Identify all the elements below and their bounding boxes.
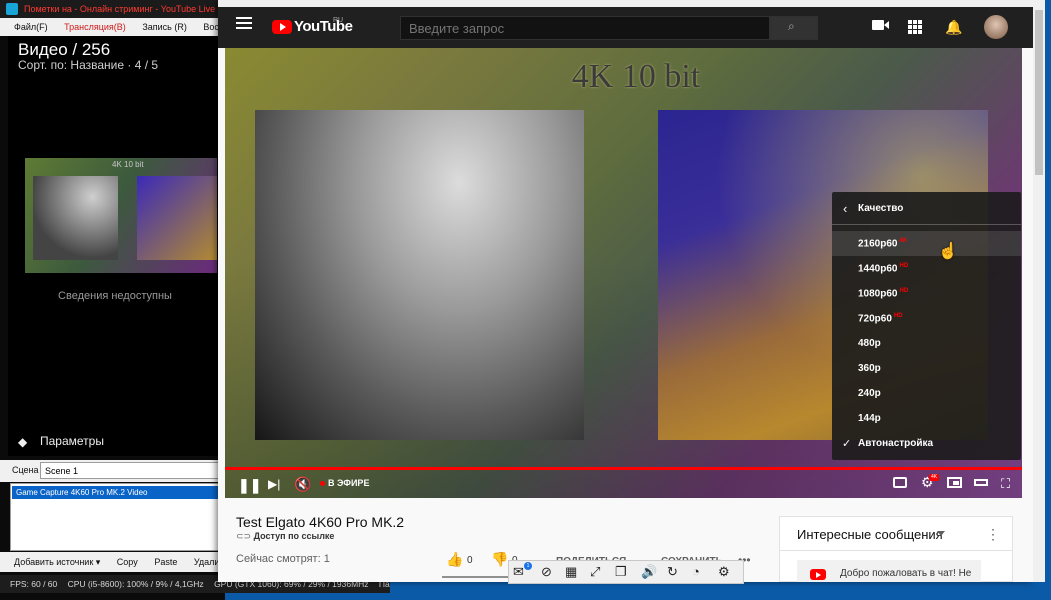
menu-record[interactable]: Запись (R) — [142, 22, 187, 32]
back-chevron-icon[interactable]: ‹ — [843, 201, 847, 216]
quality-option-auto[interactable]: Автонастройка — [858, 438, 933, 449]
thumbs-up-icon[interactable]: 👍 — [446, 551, 463, 568]
paste-button[interactable]: Paste — [154, 557, 177, 567]
live-badge[interactable]: В ЭФИРЕ — [328, 478, 369, 488]
access-text: Доступ по ссылке — [253, 531, 335, 541]
chat-welcome-text: Добро пожаловать в чат! Не — [840, 568, 972, 579]
app-title-bar: Пометки на - Онлайн стриминг - YouTube L… — [0, 0, 225, 18]
quality-option-720p60[interactable]: 720p60 HD — [858, 313, 903, 324]
video-frame-title: 4K 10 bit — [571, 58, 701, 95]
gear-quality-badge: 4K — [929, 474, 939, 481]
fullscreen-icon[interactable]: ⛶ — [1001, 476, 1010, 492]
quality-option-360p[interactable]: 360p — [858, 363, 881, 374]
viewers-count: Сейчас смотрят: 1 — [236, 553, 330, 565]
checkmark-icon: ✓ — [842, 438, 852, 450]
video-page-title: Test Elgato 4K60 Pro MK.2 — [236, 514, 405, 530]
quality-option-1080p60[interactable]: 1080p60 HD — [858, 288, 908, 299]
menu-broadcast[interactable]: Трансляция(В) — [64, 22, 126, 32]
pause-icon[interactable]: ❚❚ — [238, 477, 261, 494]
settings-arrows-icon[interactable]: ◆ — [18, 435, 27, 449]
quality-badge-hd: HD — [899, 288, 909, 294]
like-count: 0 — [467, 555, 473, 566]
status-cpu: CPU (i5-8600): 100% / 9% / 4,1GHz — [67, 579, 204, 589]
envelope-icon[interactable]: ✉ — [513, 564, 524, 580]
apps-grid-icon[interactable] — [908, 20, 922, 34]
search-icon[interactable]: ⌕ — [788, 19, 795, 34]
notifications-bell-icon[interactable]: 🔔 — [945, 19, 962, 36]
scene-label: Сцена — [12, 465, 39, 475]
app-logo-icon — [6, 3, 18, 15]
add-source-button[interactable]: Добавить источник ▾ — [14, 557, 100, 567]
chat-mode-dropdown[interactable]: Интересные сообщения — [797, 527, 943, 542]
quality-badge-hd: HD — [893, 313, 903, 319]
speedometer-icon[interactable]: ◔ — [692, 564, 700, 579]
video-gray-pane — [255, 110, 584, 440]
quality-option-144p[interactable]: 144p — [858, 413, 881, 424]
youtube-small-play-icon — [816, 572, 821, 578]
menu-hamburger-icon[interactable] — [236, 17, 252, 29]
film-icon[interactable]: ▦ — [565, 564, 577, 580]
volume-icon[interactable]: 🔊 — [641, 564, 657, 580]
hand-cursor-icon: ☝ — [938, 243, 958, 260]
source-item-selected[interactable]: Game Capture 4K60 Pro MK.2 Video — [12, 486, 225, 499]
thumbs-down-icon[interactable]: 👎 — [491, 551, 508, 568]
menu-file[interactable]: Файл(F) — [14, 22, 48, 32]
quality-option-240p[interactable]: 240p — [858, 388, 881, 399]
youtube-logo-play-icon — [280, 23, 286, 31]
app-menu-bar: Файл(F) Трансляция(В) Запись (R) Восп — [0, 18, 225, 36]
refresh-icon[interactable]: ↻ — [667, 564, 678, 580]
settings-gears-icon[interactable]: ⚙ — [718, 564, 730, 580]
subtitles-keyboard-icon[interactable] — [893, 477, 907, 488]
progress-bar[interactable] — [225, 467, 1022, 470]
access-badge: ⊂⊃ Доступ по ссылке — [236, 531, 335, 541]
mute-icon[interactable]: 🔇 — [294, 476, 311, 493]
youtube-logo-text[interactable]: YouTube — [294, 18, 353, 35]
theater-mode-icon[interactable] — [974, 479, 988, 486]
notification-badge: 1 — [524, 562, 532, 570]
chat-more-icon[interactable]: ⋮ — [986, 526, 1000, 543]
copy-window-icon[interactable]: ❐ — [615, 564, 627, 580]
no-info-text: Сведения недоступны — [58, 290, 172, 302]
thumbnail-title: 4K 10 bit — [112, 160, 144, 169]
next-icon[interactable]: ▶| — [268, 477, 280, 491]
miniplayer-inner — [953, 481, 959, 485]
dropdown-arrow-icon[interactable] — [937, 531, 945, 536]
expand-icon[interactable]: ⤢ — [590, 564, 600, 580]
create-video-icon[interactable] — [872, 20, 884, 30]
search-input[interactable] — [400, 16, 770, 40]
media-sort-info[interactable]: Сорт. по: Название · 4 / 5 — [18, 58, 158, 72]
chat-divider — [779, 550, 1013, 551]
params-button[interactable]: Параметры — [40, 434, 104, 448]
source-toolbar: Добавить источник ▾ Copy Paste Удалить Г — [0, 552, 225, 572]
thumbnail-left-pane — [33, 176, 118, 260]
quality-option-480p[interactable]: 480p — [858, 338, 881, 349]
quality-menu-title[interactable]: Качество — [858, 203, 903, 214]
quality-badge-4k: 4K — [899, 238, 908, 244]
live-dot-icon — [320, 481, 325, 486]
media-heading: Видео / 256 — [18, 40, 111, 59]
thumbnail-right-pane — [137, 176, 217, 260]
quality-badge-hd: HD — [899, 263, 909, 269]
scene-input[interactable] — [40, 462, 225, 479]
copy-button[interactable]: Copy — [117, 557, 138, 567]
avatar[interactable] — [984, 15, 1008, 39]
create-video-icon-lens — [884, 21, 889, 29]
status-fps: FPS: 60 / 60 — [10, 579, 58, 589]
quality-option-1440p60[interactable]: 1440p60 HD — [858, 263, 908, 274]
quality-option-2160p60[interactable]: 2160p60 4K — [858, 238, 907, 249]
youtube-logo-region: RU — [333, 17, 344, 24]
block-icon[interactable]: ⊘ — [541, 564, 552, 580]
